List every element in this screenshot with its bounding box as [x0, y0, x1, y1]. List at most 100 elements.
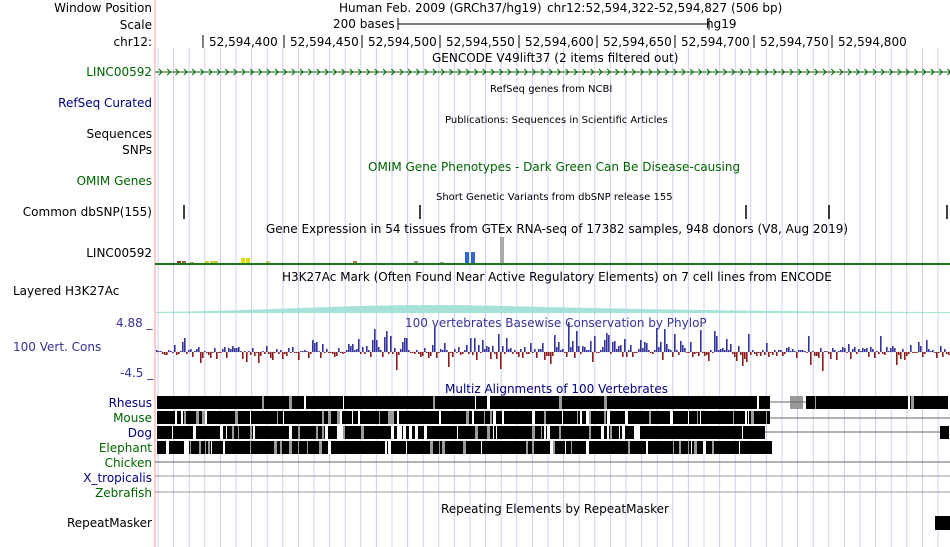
cons-bar-positive: [390, 336, 392, 352]
cons-bar-negative: [702, 352, 704, 353]
align-mouse-mismatch: [589, 411, 591, 424]
cons-bar-positive: [302, 351, 304, 352]
cons-bar-positive: [616, 349, 618, 352]
cons-bar-positive: [304, 350, 306, 352]
align-rhesus-mismatch: [911, 396, 914, 409]
cons-bar-negative: [500, 352, 502, 369]
cons-bar-negative: [934, 352, 936, 353]
cons-bar-positive: [642, 348, 644, 352]
align-elephant-mismatch: [166, 441, 169, 454]
species-label-mouse[interactable]: Mouse: [113, 411, 152, 425]
cons-bar-negative: [592, 352, 594, 362]
cons-bar-negative: [688, 352, 690, 353]
align-rhesus-mismatch: [559, 396, 562, 409]
cons-bar-positive: [534, 349, 536, 352]
cons-bar-negative: [364, 352, 366, 354]
align-elephant-mismatch: [463, 441, 466, 454]
gtex-track-label[interactable]: LINC00592: [86, 246, 152, 260]
pubs-track-label[interactable]: Sequences: [87, 127, 152, 141]
align-dog-mismatch: [601, 426, 604, 439]
species-label-dog[interactable]: Dog: [128, 426, 152, 440]
h3k27ac-track-label[interactable]: Layered H3K27Ac: [13, 284, 119, 298]
cons-bar-negative: [898, 352, 900, 355]
cons-bar-positive: [228, 348, 230, 352]
cons-bar-positive: [872, 349, 874, 352]
cons-track-title: 100 vertebrates Basewise Conservation by…: [405, 316, 707, 330]
cons-bar-positive: [658, 347, 660, 352]
cons-bar-positive: [876, 351, 878, 352]
cons-bar-negative: [846, 352, 848, 353]
align-elephant-mismatch: [532, 441, 534, 454]
cons-bar-positive: [794, 351, 796, 352]
cons-bar-positive: [944, 349, 946, 352]
refseq-track-label[interactable]: RefSeq Curated: [58, 96, 152, 110]
species-label-zebrafish[interactable]: Zebrafish: [95, 486, 152, 500]
cons-bar-positive: [866, 348, 868, 352]
cons-bar-negative: [908, 352, 910, 354]
cons-track-label[interactable]: 100 Vert. Cons: [13, 340, 101, 354]
align-dog-mismatch: [361, 426, 364, 439]
cons-bar-negative: [784, 352, 786, 354]
cons-bar-positive: [844, 348, 846, 352]
cons-bar-positive: [684, 348, 686, 352]
align-rhesus-mismatch: [289, 396, 292, 409]
gencode-item-label[interactable]: LINC00592: [86, 65, 152, 79]
cons-bar-positive: [316, 342, 318, 352]
rmsk-track-label[interactable]: RepeatMasker: [67, 516, 152, 530]
cons-bar-negative: [336, 352, 338, 356]
align-mouse-mismatch: [235, 411, 238, 424]
align-elephant-mismatch: [388, 441, 391, 454]
cons-bar-negative: [948, 352, 950, 355]
align-mouse-mismatch: [175, 411, 177, 424]
cons-bar-negative: [856, 352, 858, 354]
genome-browser-image[interactable]: Window Position Human Feb. 2009 (GRCh37/…: [0, 0, 950, 547]
species-label-chicken[interactable]: Chicken: [105, 456, 152, 470]
cons-bar-negative: [250, 352, 252, 355]
align-mouse-mismatch: [577, 411, 578, 424]
cons-bar-positive: [826, 351, 828, 352]
snps-track-label[interactable]: SNPs: [122, 143, 152, 157]
align-rhesus-mismatch: [604, 396, 607, 409]
cons-bar-positive: [920, 346, 922, 352]
align-elephant-mismatch: [565, 441, 566, 454]
cons-bar-positive: [542, 343, 544, 352]
cons-bar-negative: [212, 352, 214, 353]
species-label-elephant[interactable]: Elephant: [99, 441, 152, 455]
cons-bar-positive: [386, 331, 388, 352]
cons-bar-positive: [306, 351, 308, 352]
cons-bar-negative: [580, 352, 582, 354]
cons-bar-positive: [366, 346, 368, 352]
gtex-track-title: Gene Expression in 54 tissues from GTEx …: [266, 222, 849, 236]
cons-bar-positive: [628, 350, 630, 352]
species-label-xtropicalis[interactable]: X_tropicalis: [83, 471, 152, 485]
cons-bar-positive: [352, 344, 354, 352]
position-coords[interactable]: chr12:52,594,322-52,594,827 (506 bp): [547, 1, 782, 15]
ruler-tick-label: 52,594,800: [838, 35, 907, 49]
ruler-tick-label: 52,594,750: [760, 35, 829, 49]
cons-bar-negative: [278, 352, 280, 354]
align-elephant-mismatch: [184, 441, 187, 454]
cons-bar-positive: [668, 349, 670, 352]
cons-bar-positive: [720, 349, 722, 352]
dbsnp-track-label[interactable]: Common dbSNP(155): [23, 205, 152, 219]
cons-bar-negative: [472, 352, 474, 355]
cons-bar-positive: [266, 346, 268, 352]
cons-bar-positive: [838, 351, 840, 352]
cons-bar-negative: [546, 352, 548, 356]
cons-bar-negative: [528, 352, 530, 354]
gtex-tissue-bar: [246, 258, 250, 263]
cons-bar-positive: [748, 334, 750, 352]
align-elephant-mismatch: [442, 441, 445, 454]
cons-bar-negative: [746, 352, 748, 362]
omim-track-label[interactable]: OMIM Genes: [77, 174, 152, 188]
cons-bar-positive: [600, 350, 602, 352]
cons-bar-negative: [740, 352, 742, 355]
cons-bar-positive: [252, 348, 254, 352]
ruler-tick-label: 52,594,700: [681, 35, 750, 49]
species-label-rhesus[interactable]: Rhesus: [109, 396, 152, 410]
cons-bar-positive: [612, 342, 614, 352]
align-mouse-mismatch: [340, 411, 342, 424]
align-mouse-mismatch: [352, 411, 353, 424]
cons-bar-negative: [596, 352, 598, 353]
cons-bar-negative: [308, 352, 310, 358]
